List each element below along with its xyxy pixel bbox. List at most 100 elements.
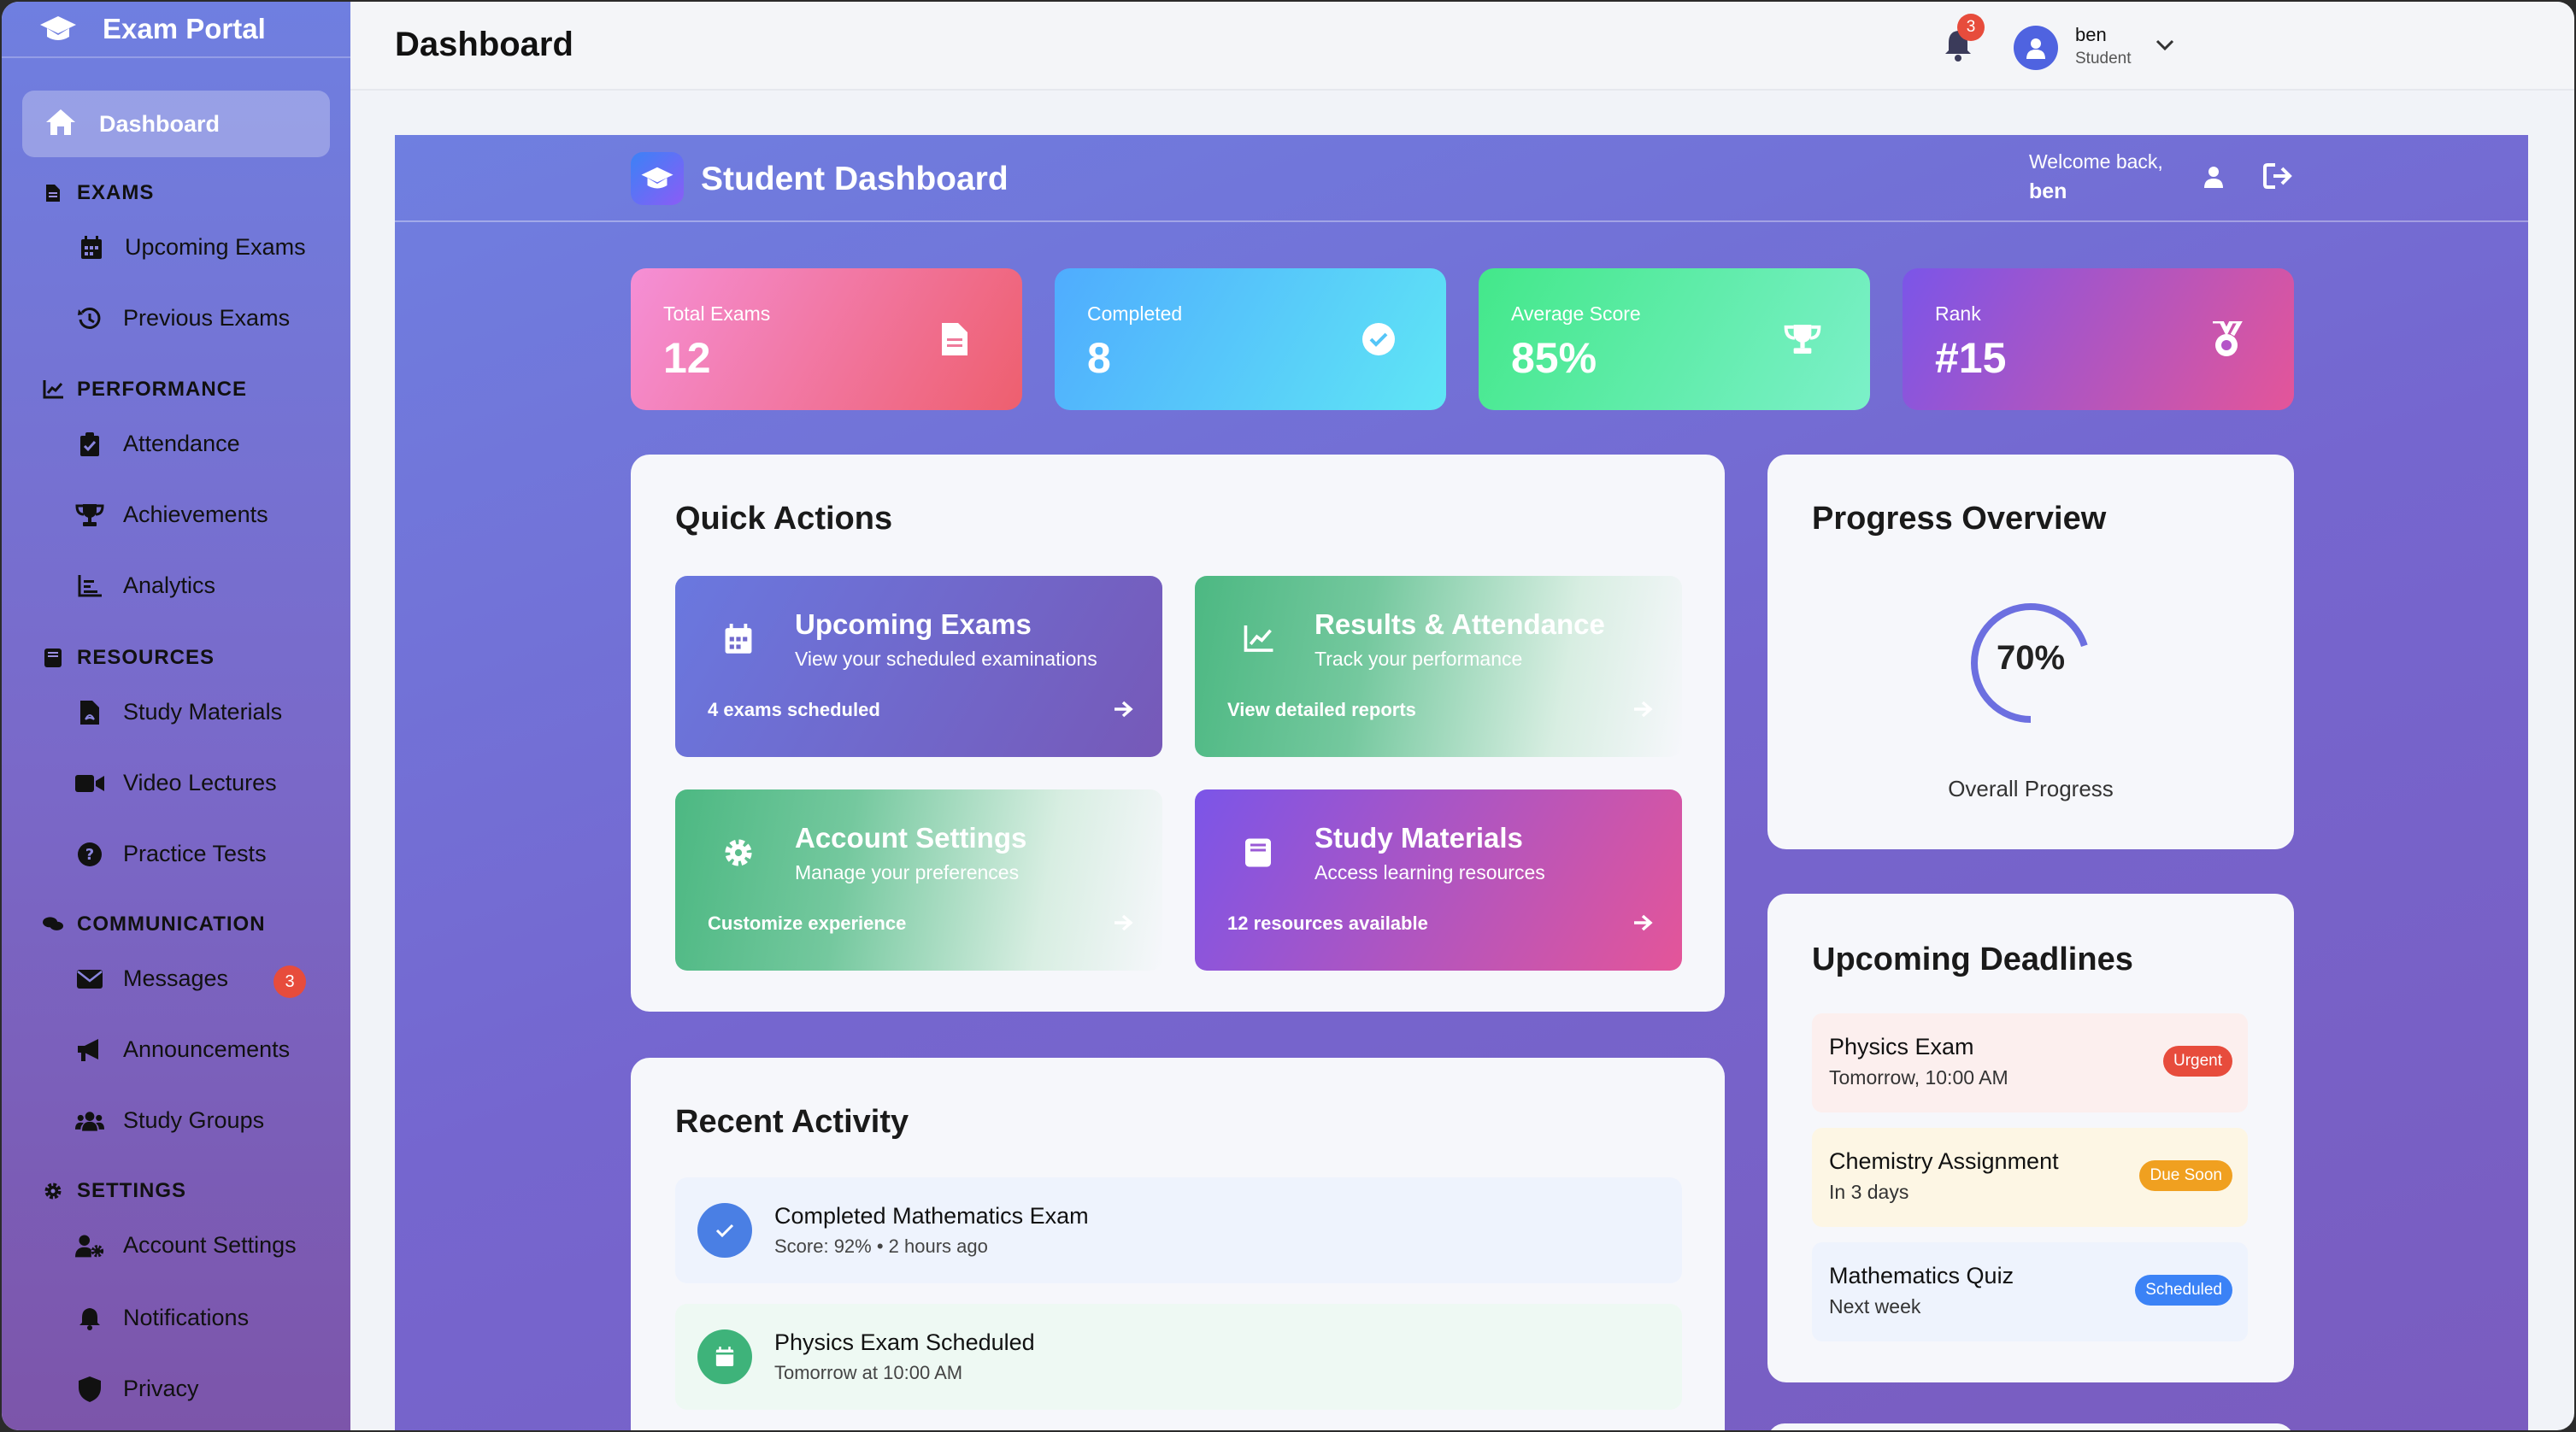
quick-action-subtitle: Manage your preferences [795,861,1020,883]
quick-action-subtitle: View your scheduled examinations [795,648,1097,670]
sidebar-item-label: Study Groups [123,1107,265,1133]
history-icon [75,306,104,332]
stat-card-rank[interactable]: Rank #15 [1903,268,2294,410]
bell-icon [75,1306,104,1331]
stat-value: 85% [1511,334,1597,382]
sidebar-item-notifications[interactable]: Notifications [75,1305,249,1331]
quick-action-title: Study Materials [1314,822,1523,854]
section-communication: COMMUNICATION [43,913,266,936]
calendar-icon [77,235,106,261]
quick-action-title: Upcoming Exams [795,608,1032,640]
sidebar-item-practice-tests[interactable]: ? Practice Tests [75,841,267,867]
question-circle-icon: ? [75,842,104,867]
quick-action-footer: View detailed reports [1227,699,1416,720]
sidebar-item-study-groups[interactable]: Study Groups [75,1107,264,1134]
sidebar-item-label: Account Settings [123,1232,297,1258]
sidebar-item-achievements[interactable]: Achievements [75,502,268,528]
quick-action-study-materials[interactable]: Study Materials Access learning resource… [1195,789,1682,971]
users-icon [75,1108,104,1134]
envelope-icon [75,966,104,992]
clipboard-check-icon [75,431,104,457]
deadline-subtitle: In 3 days [1829,1181,1909,1203]
user-icon[interactable] [2203,166,2224,192]
deadlines-title: Upcoming Deadlines [1812,942,2133,977]
sidebar-item-messages[interactable]: Messages [75,965,228,992]
section-exams: EXAMS [43,181,154,205]
activity-title: Completed Mathematics Exam [774,1203,1089,1229]
deadline-item[interactable]: Mathematics Quiz Next week Scheduled [1812,1242,2248,1341]
activity-subtitle: Score: 92% • 2 hours ago [774,1235,988,1257]
activity-item[interactable]: Physics Exam Scheduled Tomorrow at 10:00… [675,1304,1682,1410]
sidebar-item-analytics[interactable]: Analytics [75,572,215,599]
medal-icon [2207,320,2246,359]
status-badge: Urgent [2162,1046,2232,1077]
deadline-item[interactable]: Chemistry Assignment In 3 days Due Soon [1812,1128,2248,1227]
chevron-down-icon[interactable] [2155,39,2174,56]
arrow-right-icon [1113,914,1133,936]
sidebar-item-label: Announcements [123,1036,291,1062]
video-icon [75,771,104,796]
messages-badge: 3 [273,965,306,998]
sidebar-item-upcoming-exams[interactable]: Upcoming Exams [77,234,306,261]
section-title: SETTINGS [77,1179,187,1202]
calendar-icon [721,622,756,656]
progress-overview-card: Progress Overview 70% Overall Progress [1767,455,2294,849]
main-content: Student Dashboard Welcome back, ben Tota… [395,135,2528,1430]
quick-actions-card: Quick Actions Upcoming Exams View your s… [631,455,1725,1012]
deadline-subtitle: Next week [1829,1295,1921,1318]
sidebar-item-label: Upcoming Exams [125,234,306,260]
quick-action-results-attendance[interactable]: Results & Attendance Track your performa… [1195,576,1682,757]
recent-activity-title: Recent Activity [675,1104,909,1140]
arrow-right-icon [1632,701,1653,722]
comments-icon [43,914,63,935]
sidebar-item-label: Notifications [123,1305,250,1330]
quick-action-account-settings[interactable]: Account Settings Manage your preferences… [675,789,1162,971]
stat-label: Total Exams [663,302,771,325]
sidebar-item-privacy[interactable]: Privacy [75,1376,199,1402]
arrow-right-icon [1632,914,1653,936]
status-badge: Due Soon [2139,1160,2232,1191]
activity-item[interactable]: Completed Mathematics Exam Score: 92% • … [675,1177,1682,1283]
sidebar-item-label: Messages [123,965,229,991]
deadline-title: Mathematics Quiz [1829,1263,2014,1288]
progress-percent: 70% [1996,639,2066,677]
sidebar-item-study-materials[interactable]: Study Materials [75,699,282,725]
sidebar-item-account-settings[interactable]: Account Settings [75,1232,297,1259]
stat-card-average-score[interactable]: Average Score 85% [1479,268,1870,410]
section-title: EXAMS [77,181,155,204]
stat-card-total-exams[interactable]: Total Exams 12 [631,268,1022,410]
stat-value: #15 [1935,334,2007,382]
arrow-right-icon [1113,701,1133,722]
file-pdf-icon [75,700,104,725]
sidebar-item-attendance[interactable]: Attendance [75,431,240,457]
deadline-item[interactable]: Physics Exam Tomorrow, 10:00 AM Urgent [1812,1013,2248,1112]
section-title: PERFORMANCE [77,378,248,401]
sidebar-item-dashboard[interactable]: Dashboard [22,91,330,157]
graduation-cap-icon [631,152,684,205]
book-icon [43,648,63,668]
sidebar-item-label: Study Materials [123,699,283,725]
user-name[interactable]: ben [2075,24,2107,46]
calendar-icon [697,1329,752,1384]
sidebar-item-label: Video Lectures [123,770,277,795]
brand[interactable]: Exam Portal [2,2,350,58]
welcome-username: ben [2029,179,2067,203]
stat-label: Average Score [1511,302,1641,325]
quick-action-upcoming-exams[interactable]: Upcoming Exams View your scheduled exami… [675,576,1162,757]
stat-label: Rank [1935,302,1981,325]
shield-icon [75,1376,104,1402]
sidebar-item-video-lectures[interactable]: Video Lectures [75,770,277,796]
dashboard-header: Student Dashboard Welcome back, ben [395,135,2528,222]
section-title: RESOURCES [77,646,215,669]
sidebar-item-previous-exams[interactable]: Previous Exams [75,305,290,332]
sidebar-item-announcements[interactable]: Announcements [75,1036,290,1063]
trophy-icon [75,502,104,528]
bar-chart-icon [75,573,104,599]
stat-card-completed[interactable]: Completed 8 [1055,268,1446,410]
logout-icon[interactable] [2263,162,2294,194]
quick-action-title: Account Settings [795,822,1027,854]
avatar[interactable] [2014,26,2058,70]
brand-name: Exam Portal [103,13,266,44]
sidebar: Exam Portal Dashboard EXAMS Upcoming Exa… [2,2,350,1430]
bullhorn-icon [75,1037,104,1063]
